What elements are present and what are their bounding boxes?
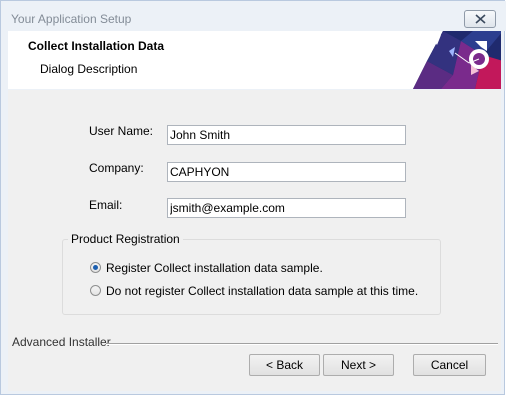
- user-name-label: User Name:: [89, 124, 154, 138]
- dialog-body: User Name: Company: Email: Product Regis…: [8, 90, 501, 391]
- register-option-label[interactable]: Register Collect installation data sampl…: [106, 261, 323, 275]
- user-name-input[interactable]: [167, 125, 406, 145]
- title-bar: Your Application Setup: [1, 1, 506, 31]
- footer-brand: Advanced Installer: [12, 335, 111, 349]
- window-title: Your Application Setup: [11, 12, 132, 26]
- setup-dialog-window: Your Application Setup Collect Installat…: [0, 0, 506, 395]
- back-button[interactable]: < Back: [249, 354, 320, 376]
- email-input[interactable]: [167, 198, 406, 218]
- company-input[interactable]: [167, 162, 406, 182]
- close-button[interactable]: [464, 10, 496, 28]
- next-button[interactable]: Next >: [323, 354, 394, 376]
- group-label: Product Registration: [68, 232, 183, 246]
- header-description: Dialog Description: [40, 62, 138, 76]
- product-registration-group: Product Registration Register Collect in…: [62, 232, 441, 315]
- installer-logo: [413, 31, 501, 89]
- email-label: Email:: [89, 198, 123, 212]
- do-not-register-radio[interactable]: [90, 285, 101, 296]
- close-icon: [475, 14, 486, 24]
- company-label: Company:: [89, 161, 144, 175]
- footer-divider: [106, 343, 498, 345]
- do-not-register-option-label[interactable]: Do not register Collect installation dat…: [106, 284, 418, 298]
- register-radio[interactable]: [90, 262, 101, 273]
- header-title: Collect Installation Data: [28, 39, 165, 53]
- cancel-button[interactable]: Cancel: [413, 354, 486, 376]
- dialog-header: Collect Installation Data Dialog Descrip…: [8, 31, 501, 89]
